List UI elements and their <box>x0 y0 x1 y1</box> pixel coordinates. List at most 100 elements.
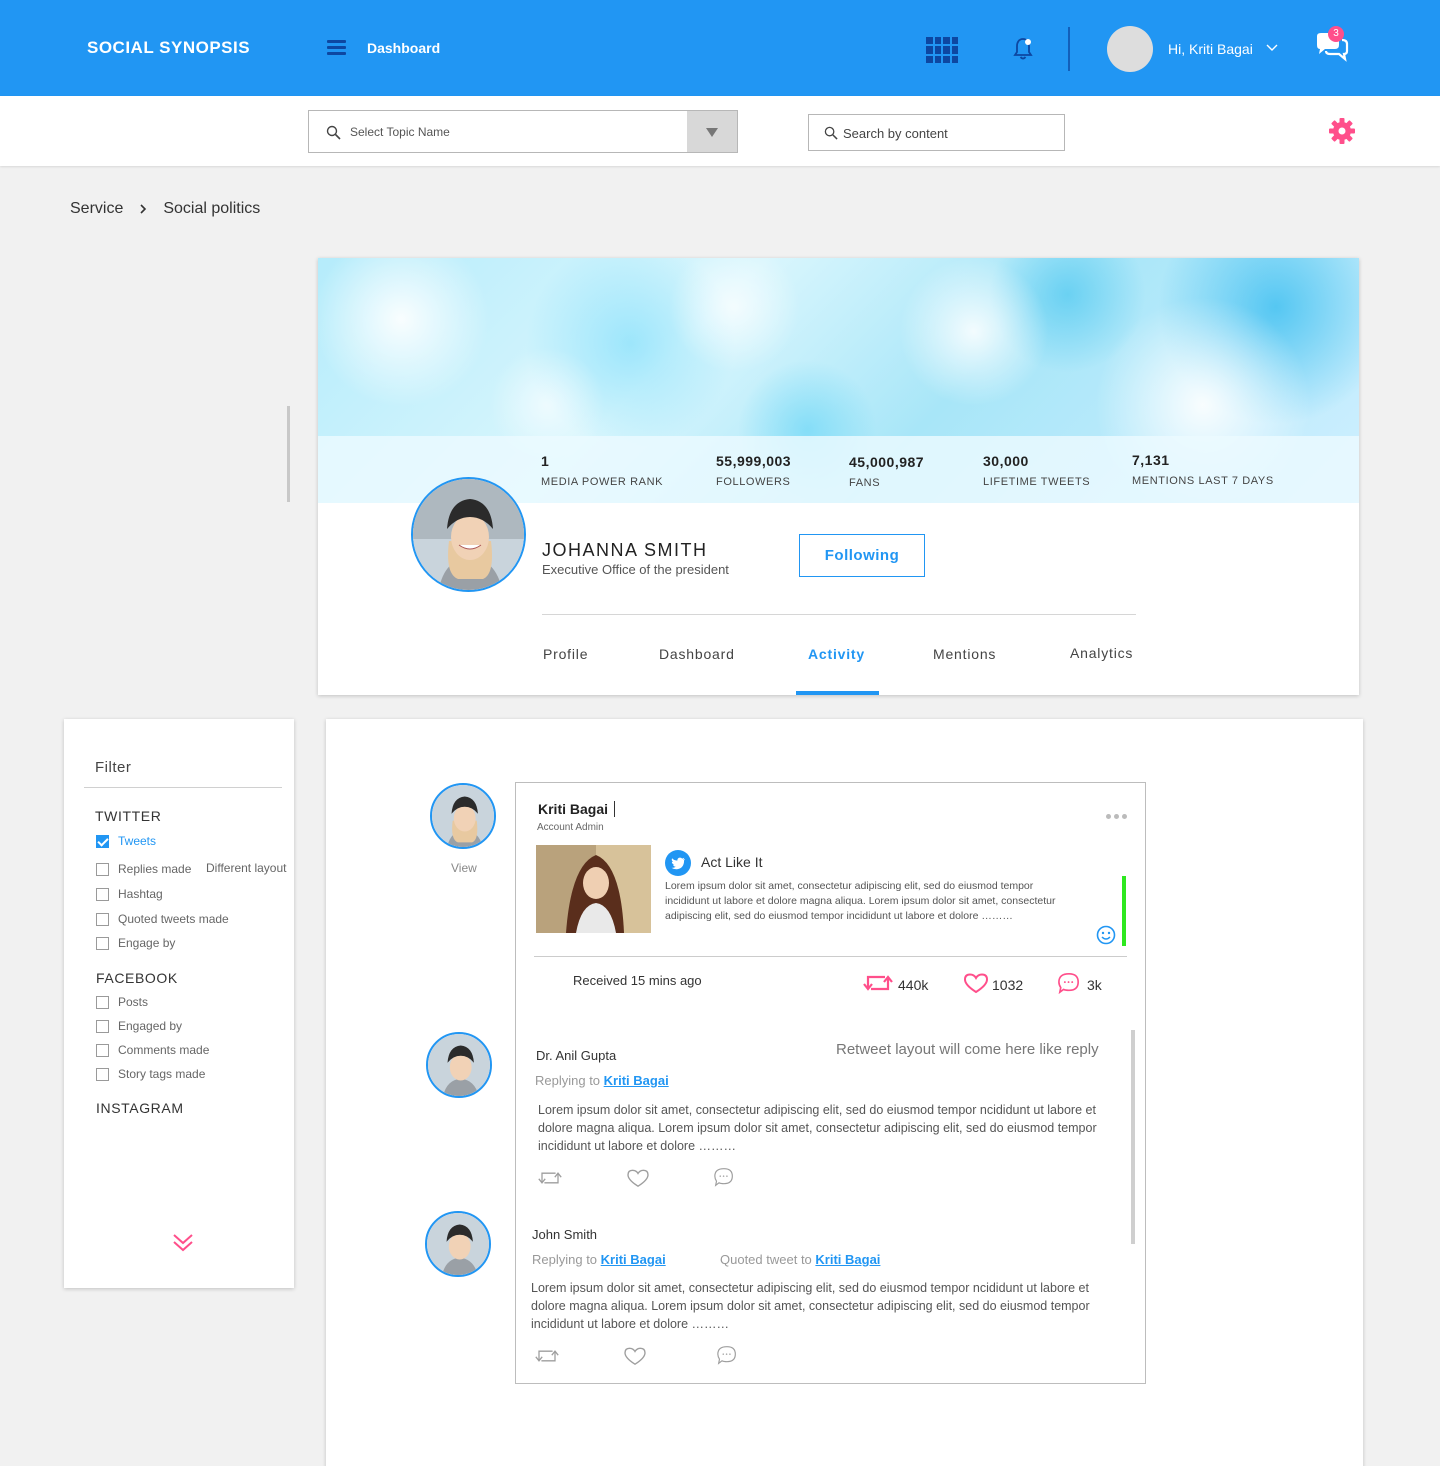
sentiment-bar <box>1122 876 1126 946</box>
profile-avatar[interactable] <box>411 477 526 592</box>
post-image[interactable] <box>536 845 651 933</box>
stat-mentions-7-days: 7,131 MENTIONS LAST 7 DAYS <box>1132 452 1274 487</box>
filter-engage-by[interactable]: Engage by <box>96 936 175 950</box>
bell-icon[interactable] <box>1012 36 1034 62</box>
filter-tweets[interactable]: Tweets <box>96 834 156 848</box>
stat-value: 7,131 <box>1132 452 1170 468</box>
replying-to: Replying to Kriti Bagai <box>535 1073 669 1088</box>
filter-panel: Filter TWITTER Tweets Replies made Diffe… <box>64 719 294 1288</box>
reply-body: Lorem ipsum dolor sit amet, consectetur … <box>531 1281 1090 1331</box>
received-time: Received 15 mins ago <box>573 973 702 988</box>
comment-count: 3k <box>1087 977 1102 993</box>
checkbox[interactable] <box>96 912 109 926</box>
more-options-icon[interactable] <box>1106 814 1127 819</box>
user-avatar[interactable] <box>1107 26 1153 72</box>
tab-profile[interactable]: Profile <box>543 646 588 662</box>
person-photo-icon <box>427 1213 489 1275</box>
replying-prefix: Replying to <box>532 1252 598 1267</box>
search-icon <box>326 125 341 140</box>
tab-dashboard[interactable]: Dashboard <box>659 646 735 662</box>
filter-label: Posts <box>118 995 149 1009</box>
replying-prefix: Replying to <box>535 1073 601 1088</box>
filter-label: Engaged by <box>118 1019 183 1033</box>
topic-select[interactable]: Select Topic Name <box>308 110 738 153</box>
filter-label: Replies made <box>118 862 192 876</box>
different-layout-note: Different layout <box>206 861 287 875</box>
topic-dropdown-button[interactable] <box>687 111 737 152</box>
retweet-icon[interactable] <box>863 972 893 994</box>
filter-posts[interactable]: Posts <box>96 995 148 1009</box>
checkbox[interactable] <box>96 995 109 1009</box>
quoted-to-link[interactable]: Kriti Bagai <box>815 1252 880 1267</box>
filter-label: Quoted tweets made <box>118 912 229 926</box>
tab-analytics[interactable]: Analytics <box>1070 645 1133 661</box>
breadcrumb-service[interactable]: Service <box>70 200 123 218</box>
retweet-icon[interactable] <box>535 1346 559 1366</box>
search-toolbar: Select Topic Name Search by content <box>0 96 1440 166</box>
breadcrumb-current[interactable]: Social politics <box>163 200 260 218</box>
text-cursor <box>614 801 615 817</box>
post-author-role: Account Admin <box>537 822 604 833</box>
filter-hashtag[interactable]: Hashtag <box>96 887 163 901</box>
heart-icon[interactable] <box>623 1346 647 1366</box>
filter-quoted-tweets[interactable]: Quoted tweets made <box>96 912 229 926</box>
person-photo-icon <box>536 845 651 933</box>
filter-replies-made[interactable]: Replies made <box>96 862 191 876</box>
double-chevron-down-icon[interactable] <box>172 1232 194 1252</box>
scrollbar[interactable] <box>287 406 290 502</box>
quoted-prefix: Quoted tweet to <box>720 1252 812 1267</box>
retweet-count: 440k <box>898 977 929 993</box>
filter-engaged-by[interactable]: Engaged by <box>96 1019 182 1033</box>
apps-grid-icon[interactable] <box>926 37 958 63</box>
topic-select-placeholder: Select Topic Name <box>350 125 450 139</box>
tab-activity[interactable]: Activity <box>808 646 865 662</box>
heart-icon[interactable] <box>963 972 989 994</box>
stat-label: MEDIA POWER RANK <box>541 476 664 488</box>
replying-to-link[interactable]: Kriti Bagai <box>604 1073 669 1088</box>
content-search-input[interactable]: Search by content <box>808 114 1065 151</box>
smiley-icon[interactable] <box>1096 925 1116 945</box>
menu-icon[interactable] <box>327 40 346 55</box>
filter-heading-twitter: TWITTER <box>95 808 162 824</box>
checkbox[interactable] <box>96 1067 109 1081</box>
heart-icon[interactable] <box>626 1168 650 1188</box>
chevron-right-icon <box>140 204 147 214</box>
reply-avatar[interactable] <box>426 1032 492 1098</box>
reply-author[interactable]: John Smith <box>532 1227 597 1242</box>
checkbox[interactable] <box>96 862 109 876</box>
user-greeting[interactable]: Hi, Kriti Bagai <box>1168 41 1253 57</box>
reply-author[interactable]: Dr. Anil Gupta <box>536 1048 616 1063</box>
post-author[interactable]: Kriti Bagai <box>538 801 608 817</box>
checkbox[interactable] <box>96 1019 109 1033</box>
nav-dashboard-link[interactable]: Dashboard <box>367 40 440 56</box>
brand-logo[interactable]: SOCIAL SYNOPSIS <box>87 38 250 58</box>
breadcrumb: Service Social politics <box>70 200 260 218</box>
filter-label: Comments made <box>118 1043 210 1057</box>
following-button[interactable]: Following <box>799 534 925 577</box>
checkbox[interactable] <box>96 936 109 950</box>
chevron-down-icon[interactable] <box>1266 44 1278 52</box>
feed-avatar[interactable] <box>430 783 496 849</box>
checkbox[interactable] <box>96 1043 109 1057</box>
comment-icon[interactable] <box>1056 972 1082 994</box>
checkbox[interactable] <box>96 887 109 901</box>
comment-icon[interactable] <box>715 1345 739 1365</box>
profile-card: 1 MEDIA POWER RANK 55,999,003 FOLLOWERS … <box>318 258 1359 695</box>
content-search-placeholder: Search by content <box>843 126 948 141</box>
replying-to-link[interactable]: Kriti Bagai <box>601 1252 666 1267</box>
search-icon <box>824 126 838 140</box>
retweet-icon[interactable] <box>538 1168 562 1188</box>
post-title: Act Like It <box>701 854 763 870</box>
profile-subtitle: Executive Office of the president <box>542 562 729 577</box>
filter-comments-made[interactable]: Comments made <box>96 1043 209 1057</box>
reply-avatar[interactable] <box>425 1211 491 1277</box>
tab-mentions[interactable]: Mentions <box>933 646 996 662</box>
filter-label: Story tags made <box>118 1067 206 1081</box>
checkbox[interactable] <box>96 834 109 848</box>
replies-scrollbar[interactable] <box>1131 1030 1135 1244</box>
filter-label: Engage by <box>118 936 176 950</box>
gear-icon[interactable] <box>1328 117 1356 145</box>
view-link[interactable]: View <box>451 861 477 875</box>
filter-story-tags[interactable]: Story tags made <box>96 1067 205 1081</box>
comment-icon[interactable] <box>712 1167 736 1187</box>
